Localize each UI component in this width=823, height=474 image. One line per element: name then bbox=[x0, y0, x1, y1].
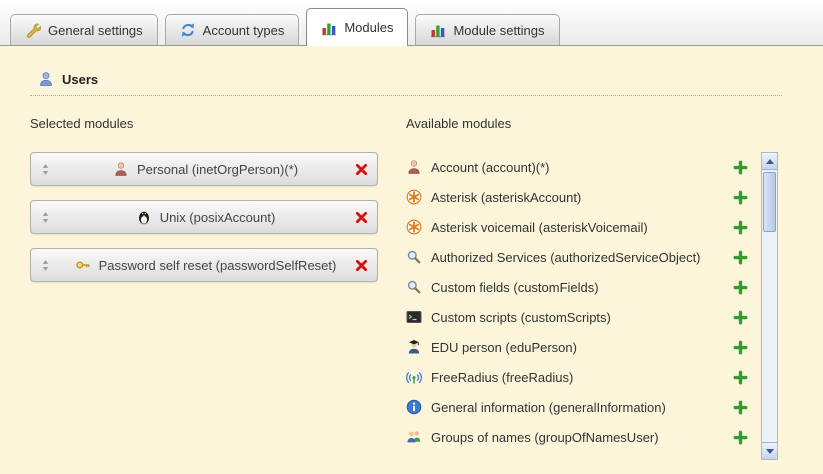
selected-module-row: Password self reset (passwordSelfReset) bbox=[30, 248, 378, 282]
available-modules-column: Available modules Account (account)(*) A… bbox=[406, 116, 778, 460]
chart-icon bbox=[430, 22, 446, 38]
account-type-section-header: Users bbox=[30, 70, 778, 88]
modules-tab-content: Users Selected modules Personal (inetOrg… bbox=[0, 46, 823, 474]
magnifier-icon bbox=[406, 249, 422, 265]
magnifier-icon bbox=[406, 279, 422, 295]
add-module-button[interactable] bbox=[733, 190, 748, 205]
down-arrow-icon bbox=[766, 449, 774, 454]
available-module-row: Authorized Services (authorizedServiceOb… bbox=[406, 242, 748, 272]
module-columns: Selected modules Personal (inetOrgPerson… bbox=[30, 116, 778, 460]
add-module-button[interactable] bbox=[733, 310, 748, 325]
person-icon bbox=[113, 161, 129, 177]
wrench-icon bbox=[25, 22, 41, 38]
script-icon bbox=[406, 309, 422, 325]
add-module-button[interactable] bbox=[733, 340, 748, 355]
scroll-down-button[interactable] bbox=[762, 442, 777, 459]
drag-handle-icon[interactable] bbox=[39, 211, 57, 224]
available-module-row: FreeRadius (freeRadius) bbox=[406, 362, 748, 392]
remove-module-button[interactable] bbox=[354, 258, 369, 273]
key-icon bbox=[75, 257, 91, 273]
sync-icon bbox=[180, 22, 196, 38]
penguin-icon bbox=[136, 209, 152, 225]
tab-module-settings[interactable]: Module settings bbox=[415, 14, 559, 45]
remove-module-button[interactable] bbox=[354, 162, 369, 177]
person-icon bbox=[406, 159, 422, 175]
tab-account-types[interactable]: Account types bbox=[165, 14, 300, 45]
section-title: Users bbox=[62, 72, 98, 87]
available-modules-body: Account (account)(*) Asterisk (asteriskA… bbox=[406, 152, 778, 460]
up-arrow-icon bbox=[766, 159, 774, 164]
available-module-row: Account (account)(*) bbox=[406, 152, 748, 182]
drag-handle-icon[interactable] bbox=[39, 163, 57, 176]
tab-modules[interactable]: Modules bbox=[306, 8, 408, 46]
add-module-button[interactable] bbox=[733, 250, 748, 265]
available-module-row: Asterisk voicemail (asteriskVoicemail) bbox=[406, 212, 748, 242]
available-module-row: Asterisk (asteriskAccount) bbox=[406, 182, 748, 212]
remove-module-button[interactable] bbox=[354, 210, 369, 225]
add-module-button[interactable] bbox=[733, 370, 748, 385]
available-modules-heading: Available modules bbox=[406, 116, 778, 132]
add-module-button[interactable] bbox=[733, 430, 748, 445]
add-module-button[interactable] bbox=[733, 280, 748, 295]
selected-modules-heading: Selected modules bbox=[30, 116, 378, 132]
tab-bar: General settings Account types Modules M… bbox=[0, 0, 823, 46]
available-modules-scrollbar[interactable] bbox=[761, 152, 778, 460]
selected-module-row: Personal (inetOrgPerson)(*) bbox=[30, 152, 378, 186]
selected-modules-column: Selected modules Personal (inetOrgPerson… bbox=[30, 116, 378, 460]
group-icon bbox=[406, 429, 422, 445]
edu-person-icon bbox=[406, 339, 422, 355]
available-module-row: Custom fields (customFields) bbox=[406, 272, 748, 302]
antenna-icon bbox=[406, 369, 422, 385]
scrollbar-thumb[interactable] bbox=[763, 172, 776, 232]
add-module-button[interactable] bbox=[733, 220, 748, 235]
info-icon bbox=[406, 399, 422, 415]
user-icon bbox=[38, 71, 54, 87]
drag-handle-icon[interactable] bbox=[39, 259, 57, 272]
dotted-divider bbox=[30, 95, 782, 96]
scrollbar-track[interactable] bbox=[762, 170, 777, 442]
available-module-row: Groups of names (groupOfNamesUser) bbox=[406, 422, 748, 452]
asterisk-icon bbox=[406, 219, 422, 235]
selected-modules-list: Personal (inetOrgPerson)(*) Unix (posixA… bbox=[30, 152, 378, 282]
scroll-up-button[interactable] bbox=[762, 153, 777, 170]
selected-module-row: Unix (posixAccount) bbox=[30, 200, 378, 234]
lam-configuration-window: General settings Account types Modules M… bbox=[0, 0, 823, 474]
tab-general-settings[interactable]: General settings bbox=[10, 14, 158, 45]
available-module-row: Custom scripts (customScripts) bbox=[406, 302, 748, 332]
available-modules-list: Account (account)(*) Asterisk (asteriskA… bbox=[406, 152, 778, 452]
available-module-row: General information (generalInformation) bbox=[406, 392, 748, 422]
add-module-button[interactable] bbox=[733, 160, 748, 175]
add-module-button[interactable] bbox=[733, 400, 748, 415]
available-module-row: EDU person (eduPerson) bbox=[406, 332, 748, 362]
asterisk-icon bbox=[406, 189, 422, 205]
chart-icon bbox=[321, 20, 337, 36]
